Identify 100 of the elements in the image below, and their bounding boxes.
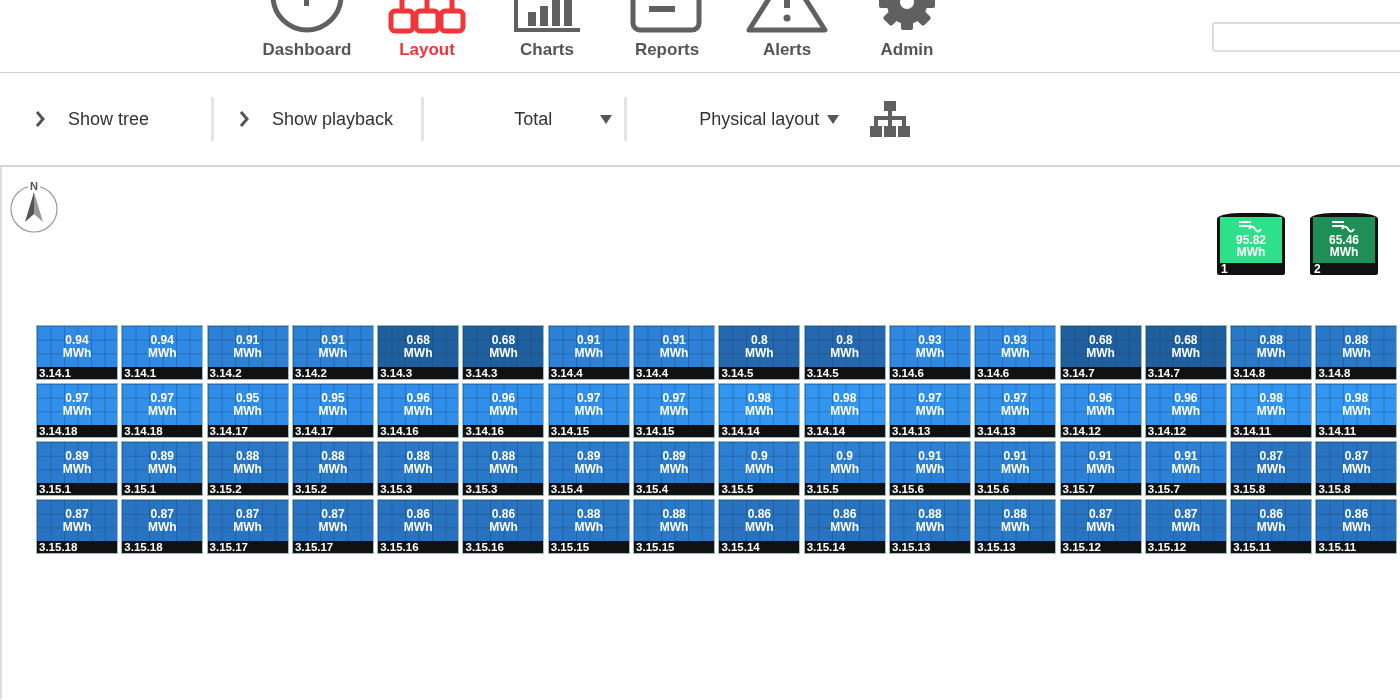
- panel-tile[interactable]: 0.89 MWh 3.15.4: [633, 441, 716, 496]
- layout-dropdown[interactable]: Physical layout: [699, 108, 840, 130]
- panel-tile[interactable]: 0.88 MWh 3.14.8: [1230, 325, 1313, 380]
- panel-tile[interactable]: 0.88 MWh 3.15.15: [547, 499, 630, 554]
- nav-tab[interactable]: Alerts: [727, 0, 847, 72]
- panel-label: 3.15.2: [208, 483, 243, 495]
- show-playback-toggle[interactable]: Show playback: [238, 108, 394, 130]
- site-search-field[interactable]: [1212, 22, 1400, 52]
- panel-tile[interactable]: 0.87 MWh 3.15.17: [206, 499, 289, 554]
- panel-tile[interactable]: 0.88 MWh 3.14.8: [1315, 325, 1398, 380]
- nav-tab[interactable]: Reports: [607, 0, 727, 72]
- panel-tile[interactable]: 0.86 MWh 3.15.11: [1315, 499, 1398, 554]
- panel-tile[interactable]: 0.97 MWh 3.14.15: [633, 383, 716, 438]
- panel-tile[interactable]: 0.68 MWh 3.14.3: [462, 325, 545, 380]
- panel-tile[interactable]: 0.88 MWh 3.15.13: [974, 499, 1057, 554]
- panel-tile[interactable]: 0.88 MWh 3.15.15: [633, 499, 716, 554]
- energy-reading: 0.87 MWh: [1171, 507, 1201, 534]
- panel-tile[interactable]: 0.68 MWh 3.14.7: [1144, 325, 1227, 380]
- energy-reading: 0.87 MWh: [1256, 449, 1286, 476]
- panel-tile[interactable]: 0.97 MWh 3.14.13: [974, 383, 1057, 438]
- panel-tile[interactable]: 0.68 MWh 3.14.3: [377, 325, 460, 380]
- panel-tile[interactable]: 0.88 MWh 3.15.13: [888, 499, 971, 554]
- panel-label: 3.14.12: [1146, 425, 1188, 437]
- panel-tile[interactable]: 0.98 MWh 3.14.11: [1230, 383, 1313, 438]
- panel-label: 3.15.7: [1146, 483, 1181, 495]
- panel-tile[interactable]: 0.88 MWh 3.15.3: [377, 441, 460, 496]
- panel-tile[interactable]: 0.87 MWh 3.15.17: [291, 499, 374, 554]
- panel-tile[interactable]: 0.96 MWh 3.14.16: [462, 383, 545, 438]
- panel-tile[interactable]: 0.9 MWh 3.15.5: [718, 441, 801, 496]
- panel-tile[interactable]: 0.87 MWh 3.15.8: [1315, 441, 1398, 496]
- panel-tile[interactable]: 0.91 MWh 3.14.4: [633, 325, 716, 380]
- panel-tile[interactable]: 0.95 MWh 3.14.17: [206, 383, 289, 438]
- panel-tile[interactable]: 0.86 MWh 3.15.14: [803, 499, 886, 554]
- energy-reading: 0.98 MWh: [1342, 391, 1371, 418]
- energy-reading: 0.91 MWh: [318, 333, 348, 360]
- show-tree-toggle[interactable]: Show tree: [34, 108, 150, 130]
- panel-tile[interactable]: 0.68 MWh 3.14.7: [1059, 325, 1142, 380]
- panel-tile[interactable]: 0.96 MWh 3.14.12: [1144, 383, 1227, 438]
- panel-tile[interactable]: 0.86 MWh 3.15.16: [377, 499, 460, 554]
- panel-tile[interactable]: 0.86 MWh 3.15.16: [462, 499, 545, 554]
- panel-tile[interactable]: 0.88 MWh 3.15.2: [291, 441, 374, 496]
- energy-reading: 65.46 MWh: [1329, 234, 1359, 258]
- panel-tile[interactable]: 0.87 MWh 3.15.8: [1230, 441, 1313, 496]
- panel-tile[interactable]: 0.91 MWh 3.15.6: [974, 441, 1057, 496]
- nav-tab[interactable]: Dashboard: [247, 0, 367, 72]
- nav-tab[interactable]: Charts: [487, 0, 607, 72]
- panel-label: 3.15.12: [1146, 541, 1188, 553]
- panel-tile[interactable]: 0.97 MWh 3.14.13: [888, 383, 971, 438]
- panel-tile[interactable]: 0.91 MWh 3.15.7: [1144, 441, 1227, 496]
- panel-tile[interactable]: 0.87 MWh 3.15.12: [1059, 499, 1142, 554]
- panel-tile[interactable]: 0.8 MWh 3.14.5: [803, 325, 886, 380]
- panel-label: 3.14.14: [805, 425, 847, 437]
- energy-reading: 0.96 MWh: [1086, 391, 1115, 418]
- panel-tile[interactable]: 0.88 MWh 3.15.3: [462, 441, 545, 496]
- panel-tile[interactable]: 0.91 MWh 3.14.4: [547, 325, 630, 380]
- panel-tile[interactable]: 0.87 MWh 3.15.18: [121, 499, 204, 554]
- panel-label: 3.15.16: [379, 541, 420, 553]
- panel-tile[interactable]: 0.88 MWh 3.15.2: [206, 441, 289, 496]
- panel-tile[interactable]: 0.91 MWh 3.15.7: [1059, 441, 1142, 496]
- panel-tile[interactable]: 0.93 MWh 3.14.6: [974, 325, 1057, 380]
- nav-tab[interactable]: Admin: [847, 0, 967, 72]
- energy-reading: 0.86 MWh: [1256, 507, 1286, 534]
- panel-tile[interactable]: 0.91 MWh 3.14.2: [206, 325, 289, 380]
- panel-tile[interactable]: 0.97 MWh 3.14.18: [121, 383, 204, 438]
- panel-tile[interactable]: 0.97 MWh 3.14.18: [36, 383, 118, 438]
- panel-tile[interactable]: 0.89 MWh 3.15.1: [121, 441, 204, 496]
- panel-tile[interactable]: 0.97 MWh 3.14.15: [547, 383, 630, 438]
- panel-tile[interactable]: 0.95 MWh 3.14.17: [291, 383, 374, 438]
- panel-tile[interactable]: 0.87 MWh 3.15.12: [1144, 499, 1227, 554]
- panel-label: 3.15.5: [720, 483, 755, 495]
- energy-reading: 0.88 MWh: [489, 449, 518, 476]
- energy-reading: 0.91 MWh: [574, 333, 604, 360]
- panel-label: 3.14.2: [293, 367, 328, 379]
- energy-reading: 0.93 MWh: [915, 333, 945, 360]
- panel-tile[interactable]: 0.94 MWh 3.14.1: [36, 325, 118, 380]
- energy-reading: 0.88 MWh: [318, 449, 348, 476]
- panel-tile[interactable]: 0.98 MWh 3.14.14: [718, 383, 801, 438]
- panel-tile[interactable]: 0.91 MWh 3.14.2: [291, 325, 374, 380]
- panel-tile[interactable]: 0.9 MWh 3.15.5: [803, 441, 886, 496]
- panel-tile[interactable]: 0.96 MWh 3.14.12: [1059, 383, 1142, 438]
- panel-tile[interactable]: 0.98 MWh 3.14.11: [1315, 383, 1398, 438]
- energy-reading: 0.86 MWh: [830, 507, 859, 534]
- panel-tile[interactable]: 0.87 MWh 3.15.18: [36, 499, 118, 554]
- panel-tile[interactable]: 0.91 MWh 3.15.6: [888, 441, 971, 496]
- panel-tile[interactable]: 0.86 MWh 3.15.14: [718, 499, 801, 554]
- hierarchy-icon[interactable]: [869, 100, 912, 138]
- panel-tile[interactable]: 0.93 MWh 3.14.6: [888, 325, 971, 380]
- panel-tile[interactable]: 0.8 MWh 3.14.5: [718, 325, 801, 380]
- panel-tile[interactable]: 0.86 MWh 3.15.11: [1230, 499, 1313, 554]
- panel-tile[interactable]: 0.98 MWh 3.14.14: [803, 383, 886, 438]
- panel-tile[interactable]: 0.89 MWh 3.15.4: [547, 441, 630, 496]
- panel-tile[interactable]: 0.96 MWh 3.14.16: [377, 383, 460, 438]
- inverter-tile[interactable]: 65.46 MWh 2: [1310, 213, 1378, 275]
- energy-reading: 0.86 MWh: [489, 507, 518, 534]
- energy-reading: 95.82 MWh: [1236, 234, 1266, 258]
- panel-tile[interactable]: 0.94 MWh 3.14.1: [121, 325, 204, 380]
- inverter-tile[interactable]: 95.82 MWh 1: [1217, 213, 1285, 275]
- nav-tab[interactable]: Layout: [367, 0, 487, 72]
- panel-tile[interactable]: 0.89 MWh 3.15.1: [36, 441, 118, 496]
- metric-dropdown[interactable]: Total: [514, 108, 613, 130]
